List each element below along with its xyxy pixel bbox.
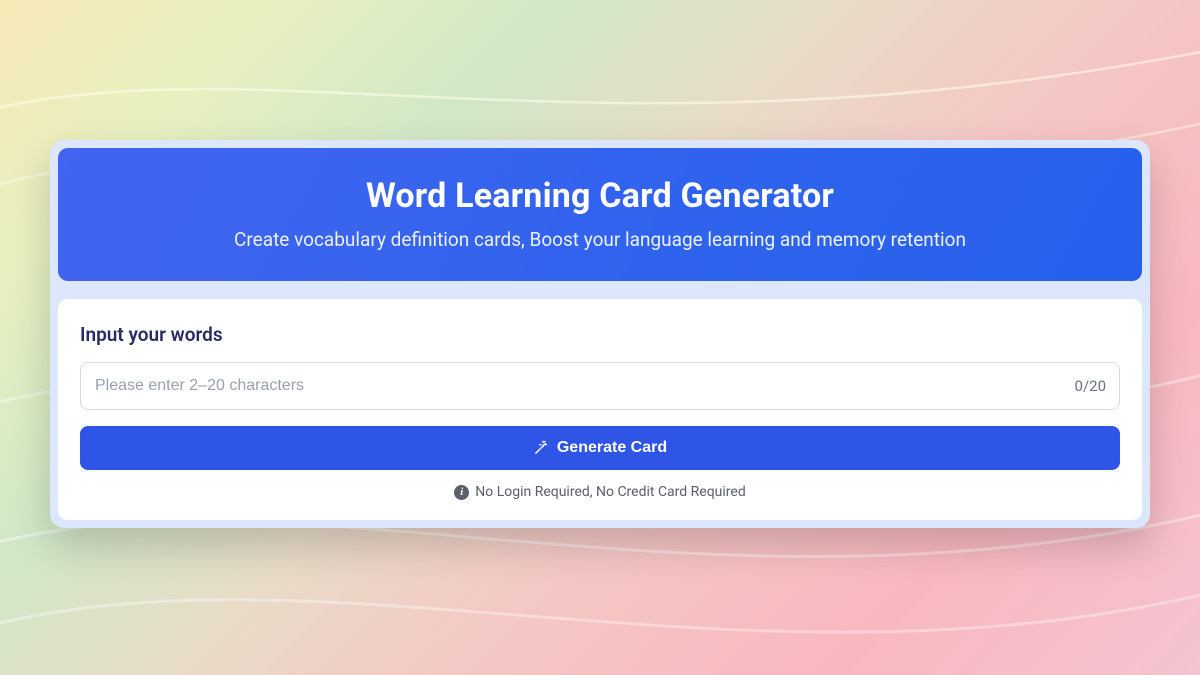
sparkle-icon [533,440,549,456]
app-card: Word Learning Card Generator Create voca… [50,140,1150,528]
page-subtitle: Create vocabulary definition cards, Boos… [78,228,1122,251]
generate-card-label: Generate Card [557,439,667,457]
footer-note-text: No Login Required, No Credit Card Requir… [475,484,745,500]
generate-card-button[interactable]: Generate Card [80,426,1120,470]
footer-note: i No Login Required, No Credit Card Requ… [80,484,1120,500]
page-title: Word Learning Card Generator [78,176,1122,216]
info-icon: i [454,485,469,500]
char-count: 0/20 [1075,377,1106,395]
header-panel: Word Learning Card Generator Create voca… [58,148,1142,281]
word-input-wrap: 0/20 [80,362,1120,410]
body-panel: Input your words 0/20 Generate Card i No… [58,299,1142,520]
page-background: Word Learning Card Generator Create voca… [0,0,1200,675]
input-label: Input your words [80,323,1120,346]
word-input[interactable] [80,362,1120,410]
